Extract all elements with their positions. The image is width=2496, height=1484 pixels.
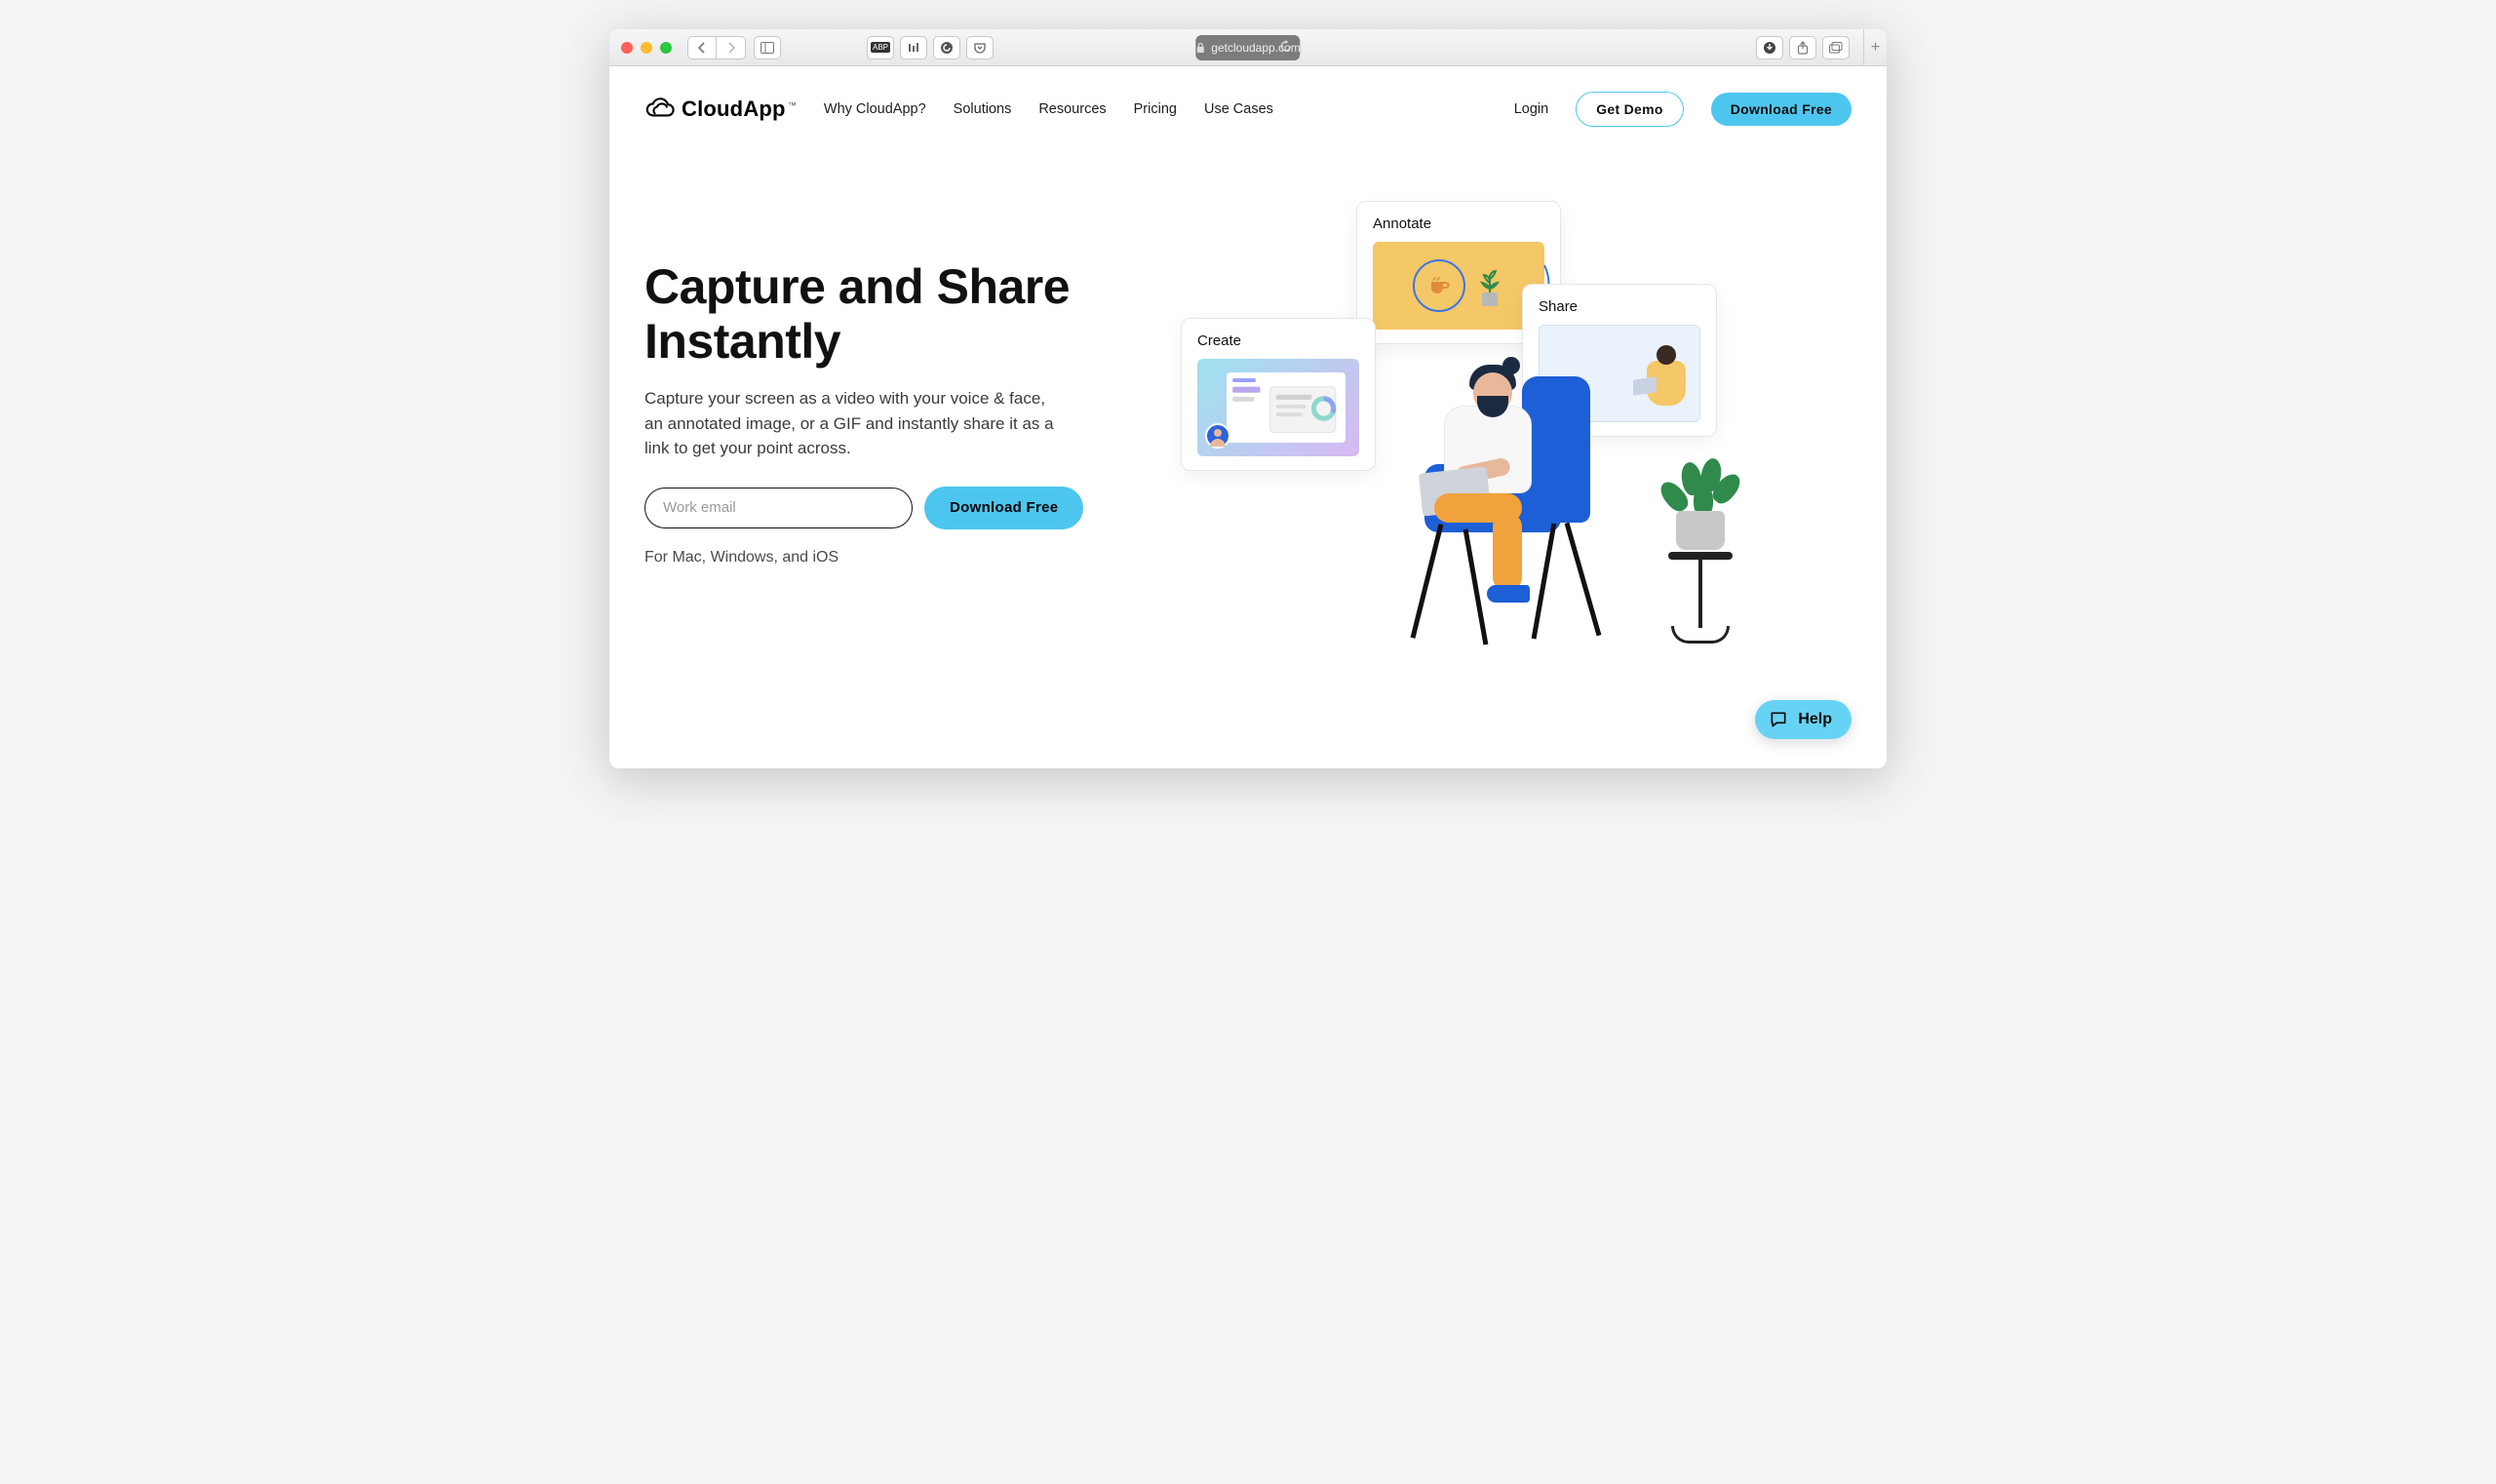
signup-form: Download Free [644, 487, 1151, 529]
hero-subtitle: Capture your screen as a video with your… [644, 386, 1054, 461]
sidebar-toggle-button[interactable] [754, 36, 781, 59]
grammarly-extension-icon[interactable] [933, 36, 960, 59]
logo-text: CloudApp™ [682, 97, 797, 122]
share-button[interactable] [1789, 36, 1816, 59]
nav-why[interactable]: Why CloudApp? [824, 101, 926, 117]
minimize-window-button[interactable] [641, 42, 652, 54]
create-image [1197, 359, 1359, 456]
card-share-title: Share [1539, 298, 1700, 315]
adblock-extension-icon[interactable]: ABP [867, 36, 894, 59]
help-label: Help [1798, 711, 1832, 728]
avatar-icon [1205, 423, 1230, 449]
download-free-nav-button[interactable]: Download Free [1711, 93, 1852, 126]
toolbar-right [1756, 36, 1850, 59]
card-create-title: Create [1197, 332, 1359, 349]
coffee-cup-icon [1413, 259, 1465, 312]
get-demo-button[interactable]: Get Demo [1576, 92, 1684, 127]
hero-title: Capture and Share Instantly [644, 259, 1151, 369]
card-create: Create [1181, 318, 1376, 471]
chat-icon [1769, 710, 1788, 729]
card-annotate-title: Annotate [1373, 215, 1544, 232]
cloud-icon [644, 98, 676, 121]
downloads-button[interactable] [1756, 36, 1783, 59]
nav-solutions[interactable]: Solutions [954, 101, 1012, 117]
maximize-window-button[interactable] [660, 42, 672, 54]
window-controls [621, 42, 672, 54]
logo[interactable]: CloudApp™ [644, 97, 797, 122]
address-bar[interactable]: getcloudapp.com [1195, 35, 1300, 60]
nav-buttons [687, 36, 746, 59]
page-content: CloudApp™ Why CloudApp? Solutions Resour… [609, 66, 1887, 768]
nav-pricing[interactable]: Pricing [1134, 101, 1177, 117]
hero: Capture and Share Instantly Capture your… [644, 201, 1852, 659]
mini-window-icon [1227, 372, 1346, 443]
nav-usecases[interactable]: Use Cases [1204, 101, 1273, 117]
help-widget[interactable]: Help [1755, 700, 1852, 739]
pocket-extension-icon[interactable] [966, 36, 994, 59]
forward-button[interactable] [717, 36, 746, 59]
nav-resources[interactable]: Resources [1038, 101, 1106, 117]
main-illustration [1366, 347, 1717, 659]
nav-login[interactable]: Login [1514, 101, 1548, 117]
work-email-input[interactable] [644, 488, 913, 528]
hero-illustration: Annotate Create [1181, 201, 1852, 659]
platforms-text: For Mac, Windows, and iOS [644, 549, 1151, 566]
browser-window: ABP getcloudapp.com [609, 29, 1887, 768]
extension-icon[interactable] [900, 36, 927, 59]
download-free-button[interactable]: Download Free [924, 487, 1083, 529]
tabs-button[interactable] [1822, 36, 1850, 59]
browser-toolbar: ABP getcloudapp.com [609, 29, 1887, 66]
extensions: ABP [867, 36, 994, 59]
site-nav: CloudApp™ Why CloudApp? Solutions Resour… [644, 86, 1852, 133]
hero-copy: Capture and Share Instantly Capture your… [644, 201, 1151, 659]
close-window-button[interactable] [621, 42, 633, 54]
reload-button[interactable] [1280, 40, 1293, 56]
new-tab-button[interactable]: + [1863, 29, 1887, 66]
annotate-image [1373, 242, 1544, 330]
lock-icon [1195, 42, 1205, 54]
plant-icon [1475, 263, 1504, 308]
back-button[interactable] [687, 36, 717, 59]
